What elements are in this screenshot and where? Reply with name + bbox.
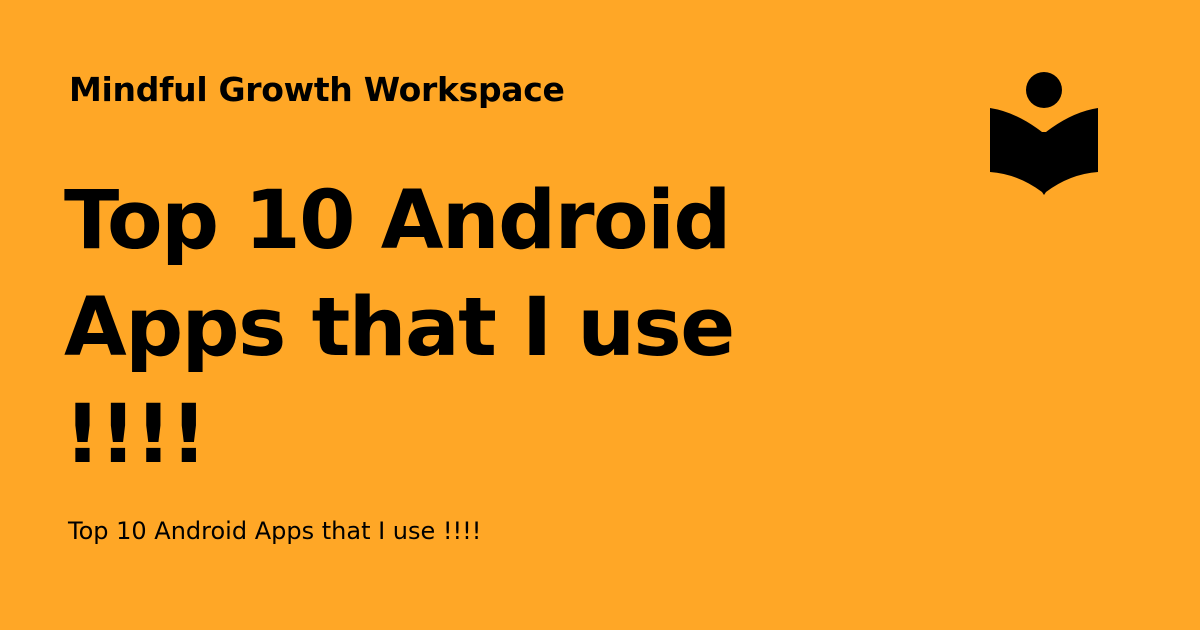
- site-name: Mindful Growth Workspace: [69, 70, 565, 109]
- reader-book-icon: [990, 72, 1098, 195]
- social-card: Mindful Growth Workspace Top 10 Android …: [0, 0, 1200, 630]
- post-subtitle: Top 10 Android Apps that I use !!!!: [68, 517, 482, 545]
- post-title: Top 10 Android Apps that I use !!!!: [64, 174, 735, 482]
